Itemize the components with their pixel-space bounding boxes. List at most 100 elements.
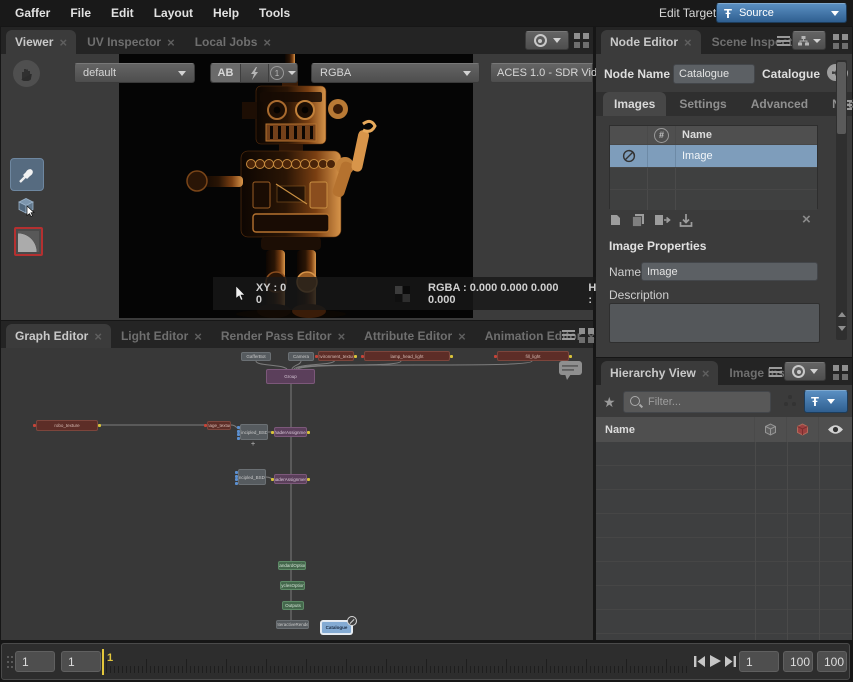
layout-grid-icon[interactable]: [833, 34, 839, 40]
bookmark-star-icon[interactable]: ★: [603, 394, 616, 411]
tab-uv-inspector[interactable]: UV Inspector×: [78, 30, 184, 54]
graph-node-gafferbot[interactable]: GafferBot: [241, 352, 271, 361]
annotation-note-icon[interactable]: [558, 360, 584, 382]
export-image-icon[interactable]: [654, 213, 671, 227]
close-icon[interactable]: ×: [94, 330, 102, 343]
graph-node-shaderassignment1[interactable]: ShaderAssignment1: [274, 474, 307, 484]
remove-image-icon[interactable]: ×: [802, 211, 811, 228]
edit-target-dropdown[interactable]: Ŧ Source: [716, 3, 847, 23]
graph-node-interactiverender[interactable]: InteractiveRender: [276, 620, 309, 629]
exposure-button[interactable]: [240, 64, 268, 82]
range-end-field[interactable]: 100: [783, 651, 813, 672]
menu-tools[interactable]: Tools: [259, 6, 290, 20]
graph-node-principled_bsdf1[interactable]: principled_BSDF1: [238, 469, 266, 485]
play-icon[interactable]: [708, 654, 722, 668]
tab-attribute-editor[interactable]: Attribute Editor×: [355, 324, 475, 348]
graph-node-camera[interactable]: Camera: [288, 352, 314, 361]
extract-image-icon[interactable]: [679, 213, 693, 228]
display-transform-button[interactable]: ACES 1.0 - SDR Vide: [490, 63, 593, 83]
layout-grid-icon[interactable]: [833, 365, 839, 371]
close-icon[interactable]: ×: [263, 36, 271, 49]
image-name-input[interactable]: Image: [641, 262, 818, 281]
visibility-eye-icon[interactable]: [827, 424, 844, 435]
close-icon[interactable]: ×: [684, 36, 692, 49]
hierarchy-focus-menu-button[interactable]: [784, 362, 826, 381]
hierarchy-pin-dropdown[interactable]: Ŧ: [804, 390, 848, 413]
empty-row[interactable]: [610, 167, 817, 189]
tab-menu-icon[interactable]: [562, 330, 575, 340]
tab-local-jobs[interactable]: Local Jobs×: [186, 30, 280, 54]
image-row[interactable]: Image: [610, 144, 817, 167]
tab-menu-icon[interactable]: [769, 367, 782, 377]
description-textarea[interactable]: [609, 303, 820, 343]
tab-graph-editor[interactable]: Graph Editor×: [6, 324, 111, 348]
image-row-name: Image: [676, 150, 713, 162]
current-frame-field[interactable]: 1: [739, 651, 779, 672]
ruler-tick: [406, 666, 407, 673]
close-icon[interactable]: ×: [587, 330, 595, 343]
menu-file[interactable]: File: [70, 6, 91, 20]
tab-menu-icon[interactable]: [777, 36, 790, 46]
pan-hand-button[interactable]: [13, 60, 40, 87]
graph-node-cyclesoptions[interactable]: CyclesOptions: [280, 581, 305, 590]
tab-hierarchy-view[interactable]: Hierarchy View×: [601, 361, 718, 385]
tab-viewer[interactable]: Viewer×: [6, 30, 76, 54]
new-image-icon[interactable]: [609, 213, 623, 227]
compare-ab-button[interactable]: AB: [211, 64, 240, 82]
duplicate-image-icon[interactable]: [631, 213, 646, 227]
close-icon[interactable]: ×: [59, 36, 67, 49]
graph-node-lamp_head_light[interactable]: lamp_head_light: [364, 351, 450, 361]
channel-select[interactable]: RGBA: [311, 63, 480, 83]
scroll-down-icon[interactable]: [838, 326, 846, 331]
skip-to-start-icon[interactable]: [693, 655, 706, 668]
ruler-tick: [618, 666, 619, 673]
layout-grid-icon[interactable]: [579, 328, 585, 334]
bound-cube-icon[interactable]: [763, 422, 778, 437]
menu-gaffer[interactable]: Gaffer: [15, 6, 50, 20]
tab-node-editor[interactable]: Node Editor×: [601, 30, 701, 54]
skip-to-end-icon[interactable]: [724, 655, 737, 668]
wipe-select-button[interactable]: 1: [268, 64, 297, 82]
menu-edit[interactable]: Edit: [111, 6, 134, 20]
tab-render-pass-editor[interactable]: Render Pass Editor×: [212, 324, 354, 348]
close-icon[interactable]: ×: [702, 367, 710, 380]
viewer-view-select[interactable]: default: [74, 63, 195, 83]
graph-node-group[interactable]: Group: [266, 369, 315, 384]
geometry-inspect-tool-button[interactable]: [10, 190, 42, 221]
empty-row[interactable]: [610, 189, 817, 210]
scroll-up-icon[interactable]: [838, 312, 846, 317]
close-icon[interactable]: ×: [458, 330, 466, 343]
close-icon[interactable]: ×: [167, 36, 175, 49]
graph-node-robo_texture[interactable]: robo_texture: [36, 420, 98, 431]
add-input-icon[interactable]: +: [251, 441, 255, 448]
close-icon[interactable]: ×: [194, 330, 202, 343]
tab-light-editor[interactable]: Light Editor×: [112, 324, 211, 348]
graph-node-standardoptions[interactable]: StandardOptions: [278, 561, 306, 570]
viewer-focus-menu-button[interactable]: [525, 31, 569, 50]
range-end-outer-field[interactable]: 100: [817, 651, 847, 672]
node-editor-mode-button[interactable]: [792, 31, 826, 50]
subtab-settings[interactable]: Settings: [668, 92, 737, 116]
graph-node-principled_bsdf[interactable]: principled_BSDF: [240, 424, 268, 440]
close-icon[interactable]: ×: [338, 330, 346, 343]
node-name-input[interactable]: Catalogue: [673, 64, 755, 84]
graph-canvas[interactable]: GafferBot Camera environment_texture lamp_h…: [1, 348, 593, 640]
crop-window-tool-button[interactable]: [14, 227, 43, 256]
subtab-images[interactable]: Images: [603, 92, 666, 116]
exclude-cube-icon[interactable]: [795, 422, 810, 437]
ruler-tick: [490, 666, 491, 673]
graph-node-image_texture[interactable]: image_texture: [207, 421, 231, 430]
layout-grid-icon[interactable]: [574, 33, 580, 39]
graph-node-outputs[interactable]: Outputs: [282, 601, 304, 610]
filter-input[interactable]: Filter...: [623, 391, 771, 413]
hierarchy-rows[interactable]: [596, 442, 852, 640]
graph-node-environment_texture[interactable]: environment_texture: [318, 351, 354, 361]
node-editor-scrollbar[interactable]: [836, 60, 847, 340]
hierarchy-tab-strip: Hierarchy View×Image Inspe: [596, 358, 852, 385]
menu-help[interactable]: Help: [213, 6, 239, 20]
frame-ruler[interactable]: [2, 644, 692, 681]
graph-node-shaderassignment[interactable]: ShaderAssignment: [274, 427, 307, 437]
subtab-advanced[interactable]: Advanced: [740, 92, 819, 116]
menu-layout[interactable]: Layout: [154, 6, 193, 20]
color-sampler-tool-button[interactable]: [10, 158, 44, 191]
